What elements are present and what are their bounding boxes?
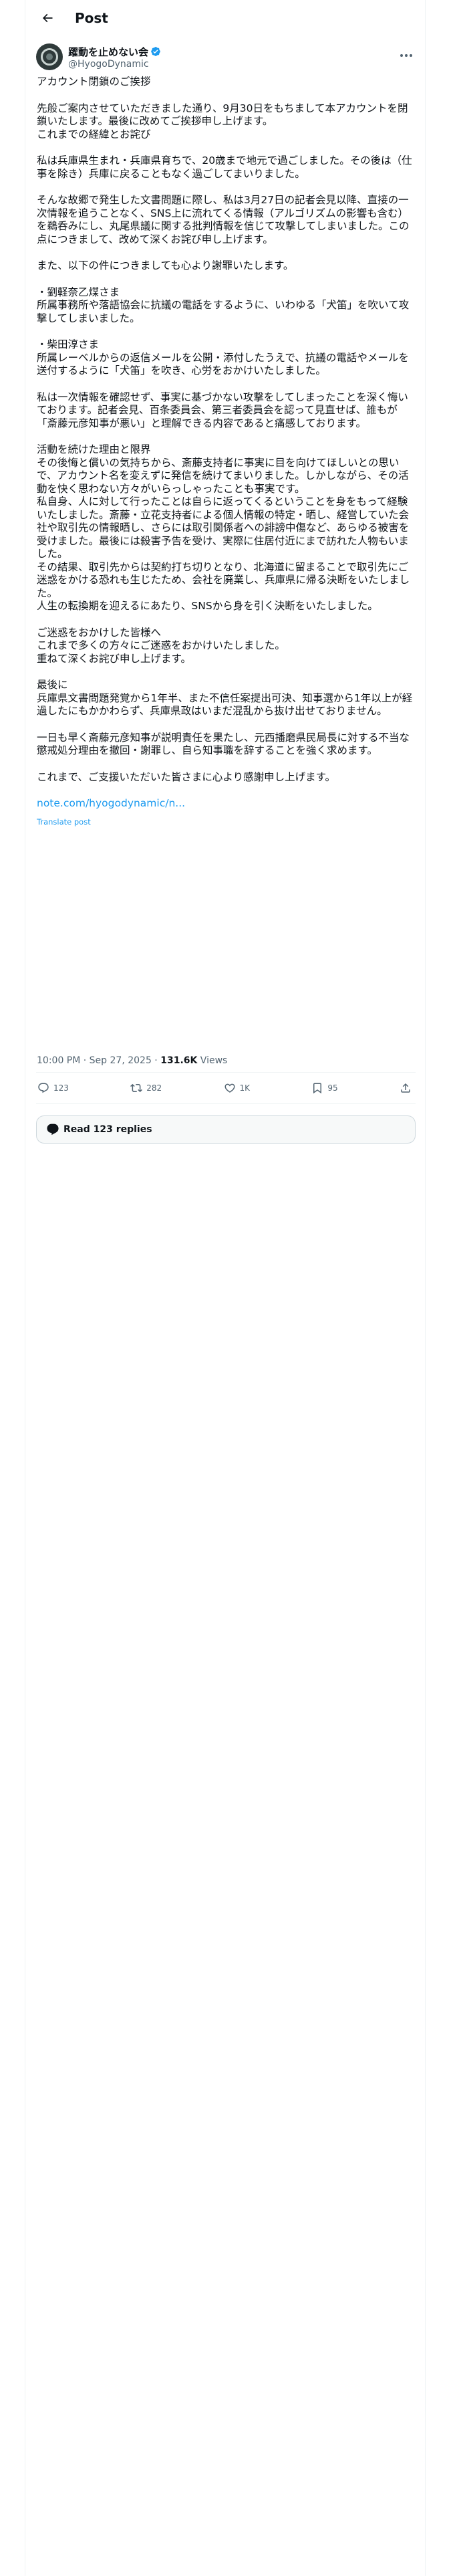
bookmark-button[interactable]: 95 xyxy=(311,1082,338,1094)
more-options-button[interactable] xyxy=(398,47,414,64)
post-column: Post 躍動を止めない会 @HyogoDynamic アカウント閉鎖のご挨拶 … xyxy=(25,0,426,2576)
share-icon xyxy=(401,1083,410,1093)
post-paragraph: これまで、ご支援いただいた皆さまに心より感謝申し上げます。 xyxy=(37,770,336,783)
post-paragraph: ・劉軽奈乙煤さま 所属事務所や落語協会に抗議の電話をするように、いわゆる「犬笛」… xyxy=(37,286,410,324)
reply-button[interactable]: 123 xyxy=(37,1082,69,1094)
read-replies-label: Read 123 replies xyxy=(63,1124,152,1135)
post-paragraph: 先般ご案内させていただきました通り、9月30日をもちまして本アカウントを閉鎖いた… xyxy=(37,102,408,140)
post-body: アカウント閉鎖のご挨拶 先般ご案内させていただきました通り、9月30日をもちまし… xyxy=(37,76,416,829)
translate-post-link[interactable]: Translate post xyxy=(37,816,416,829)
repost-count: 282 xyxy=(146,1083,162,1093)
verified-badge-icon xyxy=(151,47,160,56)
post-paragraph: 活動を続けた理由と限界 その後悔と償いの気持ちから、斎藤支持者に事実に目を向けて… xyxy=(37,443,410,612)
like-count: 1K xyxy=(239,1083,251,1093)
post-paragraph: 一日も早く斎藤元彦知事が説明責任を果たし、元西播磨県民局長に対する不当な懲戒処分… xyxy=(37,731,410,757)
back-button[interactable] xyxy=(36,7,59,29)
display-name-row: 躍動を止めない会 xyxy=(68,45,161,59)
post-paragraph: ・柴田淳さま 所属レーベルからの返信メールを公開・添付したうえで、抗議の電話やメ… xyxy=(37,338,409,377)
page-title: Post xyxy=(75,9,108,26)
author-names: 躍動を止めない会 @HyogoDynamic xyxy=(68,45,161,70)
more-dot-icon xyxy=(405,54,408,57)
avatar-logo-icon xyxy=(41,48,58,66)
post-paragraph: ご迷惑をおかけした皆様へ これまで多くの方々にご迷惑をおかけいたしました。 重ね… xyxy=(37,626,285,665)
page-header: Post xyxy=(25,0,425,35)
post-paragraph: 最後に 兵庫県文書問題発覚から1年半、また不信任案提出可決、知事選から1年以上が… xyxy=(37,679,413,717)
more-dot-icon xyxy=(400,54,403,57)
avatar[interactable] xyxy=(36,43,63,70)
bookmark-count: 95 xyxy=(327,1083,338,1093)
bookmark-icon xyxy=(313,1083,322,1094)
reply-icon xyxy=(38,1083,49,1093)
action-bar: 123 282 1K 95 xyxy=(37,1077,416,1099)
repost-button[interactable]: 282 xyxy=(130,1082,162,1094)
post-paragraph: また、以下の件につきましても心より謝罪いたします。 xyxy=(37,259,294,272)
read-replies-button[interactable]: Read 123 replies xyxy=(36,1115,416,1144)
heart-icon xyxy=(224,1083,235,1093)
like-button[interactable]: 1K xyxy=(224,1082,251,1094)
post-author: 躍動を止めない会 @HyogoDynamic xyxy=(25,35,425,70)
repost-icon xyxy=(130,1083,143,1093)
reply-count: 123 xyxy=(53,1083,69,1093)
divider xyxy=(36,1103,416,1104)
more-dot-icon xyxy=(410,54,412,57)
views-count: 131.6K xyxy=(160,1055,198,1066)
external-link[interactable]: note.com/hyogodynamic/n... xyxy=(37,797,416,811)
post-paragraph: そんな故郷で発生した文書問題に際し、私は3月27日の記者会見以降、直接の一次情報… xyxy=(37,194,410,245)
post-timestamp[interactable]: 10:00 PM · Sep 27, 2025 xyxy=(37,1055,152,1066)
divider xyxy=(36,1072,416,1073)
views-label: Views xyxy=(197,1055,228,1066)
post-meta: 10:00 PM · Sep 27, 2025 · 131.6K Views xyxy=(37,1055,227,1066)
post-paragraph: 私は一次情報を確認せず、事実に基づかない攻撃をしてしまったことを深く悔いておりま… xyxy=(37,391,408,429)
share-button[interactable] xyxy=(400,1082,416,1094)
arrow-left-icon xyxy=(42,13,53,22)
meta-separator: · xyxy=(151,1055,161,1066)
user-handle[interactable]: @HyogoDynamic xyxy=(68,59,161,70)
post-paragraph: アカウント閉鎖のご挨拶 xyxy=(37,76,151,88)
display-name[interactable]: 躍動を止めない会 xyxy=(68,45,148,59)
post-paragraph: 私は兵庫県生まれ・兵庫県育ちで、20歳まで地元で過ごしました。その後は（仕事を除… xyxy=(37,154,412,180)
chat-bubble-icon xyxy=(47,1123,59,1136)
